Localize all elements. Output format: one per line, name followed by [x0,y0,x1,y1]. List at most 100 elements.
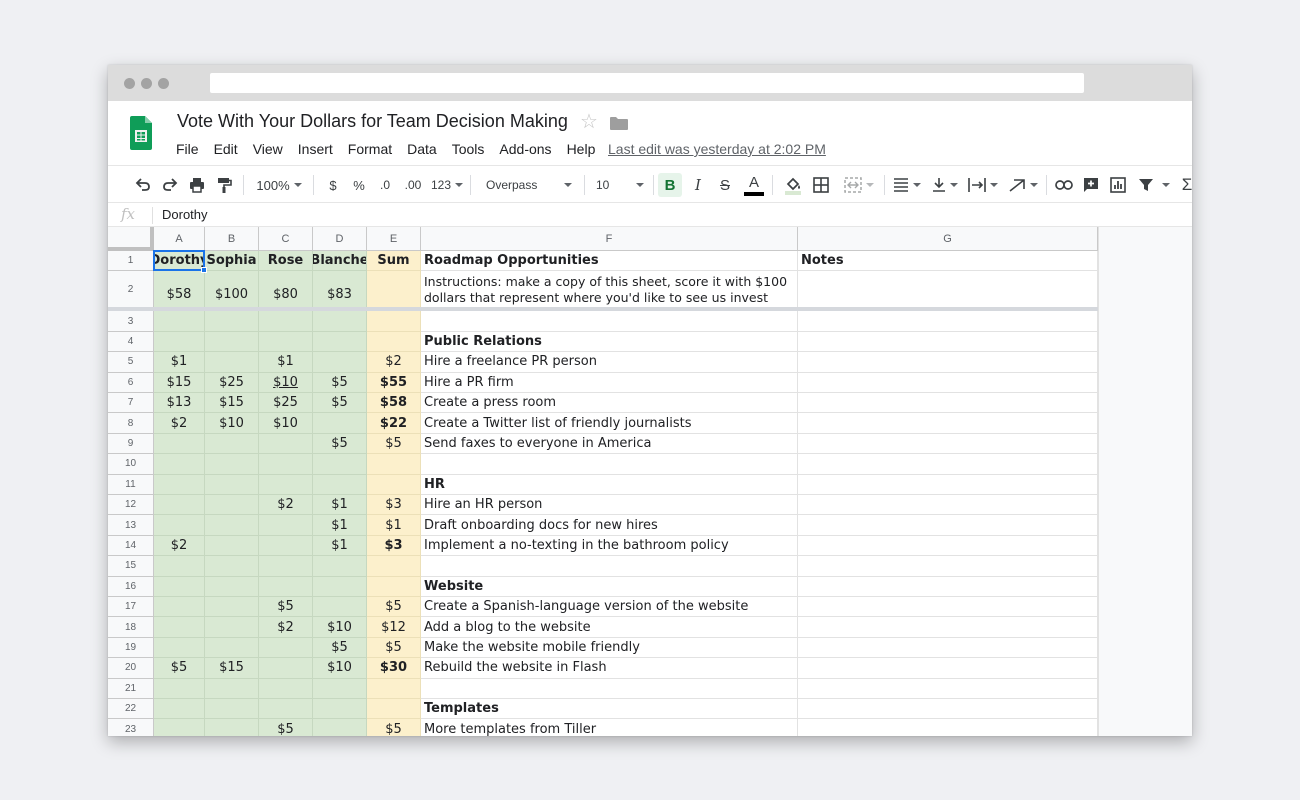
cell-c20[interactable] [259,658,313,679]
cell-b16[interactable] [205,576,259,597]
cell-b11[interactable] [205,474,259,495]
cell-g14[interactable] [798,535,1098,557]
percent-format-button[interactable]: % [350,166,368,204]
row-header[interactable]: 22 [108,699,154,720]
formula-input[interactable]: Dorothy [162,207,208,222]
zoom-select[interactable]: 100% [254,166,304,204]
cell-e19[interactable]: $5 [367,637,421,659]
column-header-g[interactable]: G [798,227,1098,251]
row-header[interactable]: 19 [108,637,154,659]
column-header-d[interactable]: D [313,227,367,251]
row-header[interactable]: 21 [108,678,154,699]
cell-d12[interactable]: $1 [313,495,367,516]
row-header[interactable]: 18 [108,617,154,638]
text-rotation-icon[interactable] [1005,166,1041,204]
text-color-button[interactable]: A [742,166,766,204]
cell-c12[interactable]: $2 [259,495,313,516]
cell-d18[interactable]: $10 [313,617,367,638]
cell-g20[interactable] [798,658,1098,679]
fill-color-icon[interactable] [781,166,805,204]
cell-b13[interactable] [205,515,259,536]
cell-c17[interactable]: $5 [259,597,313,618]
cell-c8[interactable]: $10 [259,413,313,434]
cell-g4[interactable] [798,331,1098,353]
cell-f1[interactable]: Roadmap Opportunities [421,251,798,272]
cell-a9[interactable] [154,433,205,455]
print-icon[interactable] [186,166,208,204]
cell-d4[interactable] [313,331,367,353]
cell-d19[interactable]: $5 [313,637,367,659]
horizontal-align-icon[interactable] [890,166,924,204]
cell-b5[interactable] [205,352,259,373]
cell-d11[interactable] [313,474,367,495]
cell-f10[interactable] [421,454,798,475]
cell-e20[interactable]: $30 [367,658,421,679]
menu-tools[interactable]: Tools [452,140,485,158]
cell-d3[interactable] [313,311,367,332]
cell-f4[interactable]: Public Relations [421,331,798,353]
window-zoom-dot[interactable] [158,78,169,89]
increase-decimal-button[interactable]: .00 [400,166,426,204]
row-header[interactable]: 15 [108,556,154,577]
cell-f18[interactable]: Add a blog to the website [421,617,798,638]
cell-e3[interactable] [367,311,421,332]
row-header[interactable]: 8 [108,413,154,434]
cell-g13[interactable] [798,515,1098,536]
cell-c1[interactable]: Rose [259,251,313,272]
filter-icon[interactable] [1135,166,1173,204]
cell-d20[interactable]: $10 [313,658,367,679]
cell-a12[interactable] [154,495,205,516]
cell-f12[interactable]: Hire an HR person [421,495,798,516]
row-header[interactable]: 2 [108,271,154,309]
cell-e21[interactable] [367,678,421,699]
bold-button[interactable]: B [658,173,682,197]
cell-e7[interactable]: $58 [367,393,421,414]
cell-g17[interactable] [798,597,1098,618]
cell-b12[interactable] [205,495,259,516]
cell-c4[interactable] [259,331,313,353]
cell-a2[interactable]: $58 [154,271,205,309]
row-header[interactable]: 4 [108,331,154,353]
redo-icon[interactable] [159,166,181,204]
column-header-e[interactable]: E [367,227,421,251]
cell-b6[interactable]: $25 [205,372,259,393]
cell-g3[interactable] [798,311,1098,332]
cell-e2[interactable] [367,271,421,309]
cell-g12[interactable] [798,495,1098,516]
cell-e6[interactable]: $55 [367,372,421,393]
cell-d21[interactable] [313,678,367,699]
row-header[interactable]: 11 [108,474,154,495]
cell-b18[interactable] [205,617,259,638]
decrease-decimal-button[interactable]: .0 [374,166,396,204]
select-all-corner[interactable] [108,227,154,251]
cell-e12[interactable]: $3 [367,495,421,516]
cell-a19[interactable] [154,637,205,659]
cell-g6[interactable] [798,372,1098,393]
cell-b15[interactable] [205,556,259,577]
menu-help[interactable]: Help [567,140,596,158]
cell-a18[interactable] [154,617,205,638]
cell-b17[interactable] [205,597,259,618]
cell-b21[interactable] [205,678,259,699]
folder-icon[interactable] [610,117,628,130]
row-header[interactable]: 13 [108,515,154,536]
cell-g10[interactable] [798,454,1098,475]
cell-f7[interactable]: Create a press room [421,393,798,414]
cell-d7[interactable]: $5 [313,393,367,414]
cell-f21[interactable] [421,678,798,699]
cell-g9[interactable] [798,433,1098,455]
font-family-select[interactable]: Overpass [482,166,576,204]
cell-d14[interactable]: $1 [313,535,367,557]
cell-b2[interactable]: $100 [205,271,259,309]
cell-a23[interactable] [154,719,205,736]
row-header[interactable]: 3 [108,311,154,332]
cell-f9[interactable]: Send faxes to everyone in America [421,433,798,455]
cell-g22[interactable] [798,699,1098,720]
vertical-align-icon[interactable] [929,166,961,204]
cell-f16[interactable]: Website [421,576,798,597]
cell-a17[interactable] [154,597,205,618]
last-edit-link[interactable]: Last edit was yesterday at 2:02 PM [608,140,826,158]
cell-e4[interactable] [367,331,421,353]
cell-c21[interactable] [259,678,313,699]
cell-c6[interactable]: $10 [259,372,313,393]
